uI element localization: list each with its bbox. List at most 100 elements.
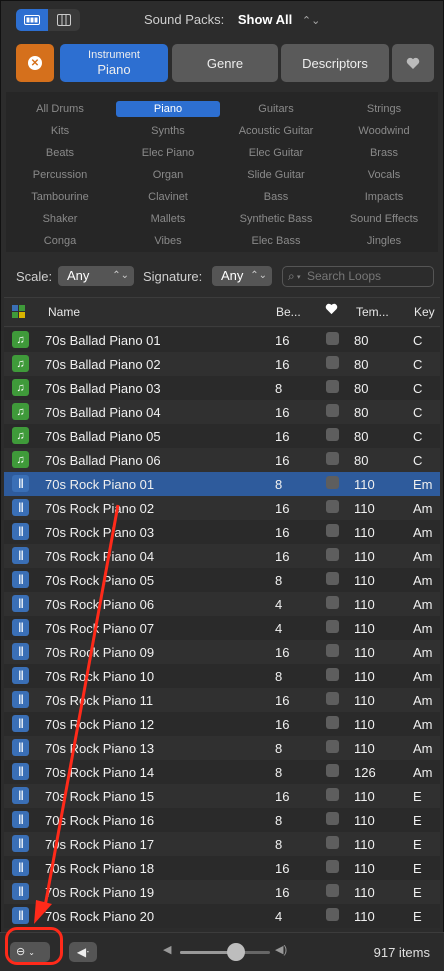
table-row[interactable]: ||| 70s Rock Piano 01 8 110 Em <box>4 472 440 496</box>
keyword-button[interactable]: Mallets <box>114 211 222 227</box>
favorite-checkbox[interactable] <box>326 500 339 513</box>
favorite-checkbox[interactable] <box>326 788 339 801</box>
reset-filters-button[interactable]: ✕ <box>16 44 54 82</box>
keyword-button[interactable]: Woodwind <box>330 123 438 139</box>
table-row[interactable]: ♫ 70s Ballad Piano 04 16 80 C <box>4 400 440 424</box>
view-mode-toggle[interactable] <box>16 9 80 31</box>
column-view-icon[interactable] <box>48 9 80 31</box>
keyword-button[interactable]: Elec Guitar <box>222 145 330 161</box>
table-row[interactable]: ||| 70s Rock Piano 04 16 110 Am <box>4 544 440 568</box>
table-row[interactable]: ||| 70s Rock Piano 20 4 110 E <box>4 904 440 928</box>
signature-popup[interactable]: Any ⌃⌄ <box>212 266 272 286</box>
genre-filter-button[interactable]: Genre <box>172 44 278 82</box>
favorite-checkbox[interactable] <box>326 548 339 561</box>
favorite-checkbox[interactable] <box>326 332 339 345</box>
keyword-button[interactable]: Tambourine <box>6 189 114 205</box>
table-row[interactable]: ||| 70s Rock Piano 05 8 110 Am <box>4 568 440 592</box>
table-row[interactable]: ||| 70s Rock Piano 17 8 110 E <box>4 832 440 856</box>
keyword-button[interactable]: Clavinet <box>114 189 222 205</box>
column-header-name[interactable]: Name <box>48 305 80 319</box>
table-row[interactable]: ||| 70s Rock Piano 09 16 110 Am <box>4 640 440 664</box>
favorite-checkbox[interactable] <box>326 884 339 897</box>
favorite-checkbox[interactable] <box>326 644 339 657</box>
volume-slider-knob[interactable] <box>226 943 245 961</box>
table-row[interactable]: ||| 70s Rock Piano 11 16 110 Am <box>4 688 440 712</box>
keyword-button[interactable]: Conga <box>6 233 114 249</box>
sound-packs-selector[interactable]: Sound Packs: Show All ⌃⌄ <box>144 12 320 27</box>
table-row[interactable]: ||| 70s Rock Piano 18 16 110 E <box>4 856 440 880</box>
table-row[interactable]: ||| 70s Rock Piano 19 16 110 E <box>4 880 440 904</box>
favorite-checkbox[interactable] <box>326 572 339 585</box>
keyword-button[interactable]: All Drums <box>6 101 114 117</box>
keyword-button[interactable]: Beats <box>6 145 114 161</box>
keyword-button[interactable]: Vibes <box>114 233 222 249</box>
favorite-checkbox[interactable] <box>326 524 339 537</box>
keyword-button[interactable]: Strings <box>330 101 438 117</box>
table-row[interactable]: ||| 70s Rock Piano 13 8 110 Am <box>4 736 440 760</box>
keyword-button[interactable]: Organ <box>114 167 222 183</box>
sound-packs-value[interactable]: Show All <box>238 12 292 27</box>
favorite-checkbox[interactable] <box>326 716 339 729</box>
table-row[interactable]: ||| 70s Rock Piano 15 16 110 E <box>4 784 440 808</box>
table-row[interactable]: ||| 70s Rock Piano 16 8 110 E <box>4 808 440 832</box>
table-row[interactable]: ♫ 70s Ballad Piano 06 16 80 C <box>4 448 440 472</box>
scale-popup[interactable]: Any ⌃⌄ <box>58 266 134 286</box>
keyword-button[interactable]: Piano <box>116 101 220 117</box>
favorite-checkbox[interactable] <box>326 404 339 417</box>
favorites-filter-button[interactable] <box>392 44 434 82</box>
keyword-button[interactable]: Slide Guitar <box>222 167 330 183</box>
column-header-beats[interactable]: Be... <box>276 305 301 319</box>
keyword-button[interactable]: Jingles <box>330 233 438 249</box>
table-row[interactable]: ||| 70s Rock Piano 10 8 110 Am <box>4 664 440 688</box>
favorite-checkbox[interactable] <box>326 476 339 489</box>
search-loops-field[interactable]: ⌕ ▾ Search Loops <box>282 266 434 287</box>
table-row[interactable]: ||| 70s Rock Piano 06 4 110 Am <box>4 592 440 616</box>
keyword-button[interactable]: Elec Piano <box>114 145 222 161</box>
table-row[interactable]: ||| 70s Rock Piano 02 16 110 Am <box>4 496 440 520</box>
favorite-checkbox[interactable] <box>326 380 339 393</box>
favorite-checkbox[interactable] <box>326 428 339 441</box>
keyword-button[interactable]: Synths <box>114 123 222 139</box>
table-row[interactable]: ♫ 70s Ballad Piano 02 16 80 C <box>4 352 440 376</box>
table-row[interactable]: ||| 70s Rock Piano 14 8 126 Am <box>4 760 440 784</box>
keyword-button[interactable]: Vocals <box>330 167 438 183</box>
keyword-button[interactable]: Sound Effects <box>330 211 438 227</box>
keyword-button[interactable]: Percussion <box>6 167 114 183</box>
table-row[interactable]: ♫ 70s Ballad Piano 03 8 80 C <box>4 376 440 400</box>
favorite-checkbox[interactable] <box>326 452 339 465</box>
column-header-key[interactable]: Key <box>414 305 435 319</box>
column-header-favorite[interactable] <box>325 303 338 318</box>
keyword-button[interactable]: Brass <box>330 145 438 161</box>
volume-slider[interactable] <box>180 943 270 961</box>
favorite-checkbox[interactable] <box>326 812 339 825</box>
favorite-checkbox[interactable] <box>326 668 339 681</box>
button-view-icon[interactable] <box>16 9 48 31</box>
favorite-checkbox[interactable] <box>326 740 339 753</box>
keyword-button[interactable]: Kits <box>6 123 114 139</box>
table-row[interactable]: ||| 70s Rock Piano 03 16 110 Am <box>4 520 440 544</box>
keyword-button[interactable]: Elec Bass <box>222 233 330 249</box>
preview-in-key-button[interactable]: ◀︎ᐧ <box>69 942 97 962</box>
table-row[interactable]: ♫ 70s Ballad Piano 05 16 80 C <box>4 424 440 448</box>
favorite-checkbox[interactable] <box>326 596 339 609</box>
keyword-button[interactable]: Guitars <box>222 101 330 117</box>
table-row[interactable]: ||| 70s Rock Piano 12 16 110 Am <box>4 712 440 736</box>
table-row[interactable]: ♫ 70s Ballad Piano 01 16 80 C <box>4 328 440 352</box>
keyword-button[interactable]: Shaker <box>6 211 114 227</box>
keyword-button[interactable]: Bass <box>222 189 330 205</box>
favorite-checkbox[interactable] <box>326 692 339 705</box>
favorite-checkbox[interactable] <box>326 836 339 849</box>
table-row[interactable]: ||| 70s Rock Piano 07 4 110 Am <box>4 616 440 640</box>
favorite-checkbox[interactable] <box>326 764 339 777</box>
keyword-button[interactable]: Acoustic Guitar <box>222 123 330 139</box>
descriptors-filter-button[interactable]: Descriptors <box>281 44 389 82</box>
keyword-button[interactable]: Impacts <box>330 189 438 205</box>
favorite-checkbox[interactable] <box>326 620 339 633</box>
instrument-filter-button[interactable]: Instrument Piano <box>60 44 168 82</box>
column-header-tempo[interactable]: Tem... <box>356 305 389 319</box>
favorite-checkbox[interactable] <box>326 860 339 873</box>
loop-type-icon[interactable] <box>12 305 25 318</box>
favorite-checkbox[interactable] <box>326 356 339 369</box>
favorite-checkbox[interactable] <box>326 908 339 921</box>
keyword-button[interactable]: Synthetic Bass <box>222 211 330 227</box>
